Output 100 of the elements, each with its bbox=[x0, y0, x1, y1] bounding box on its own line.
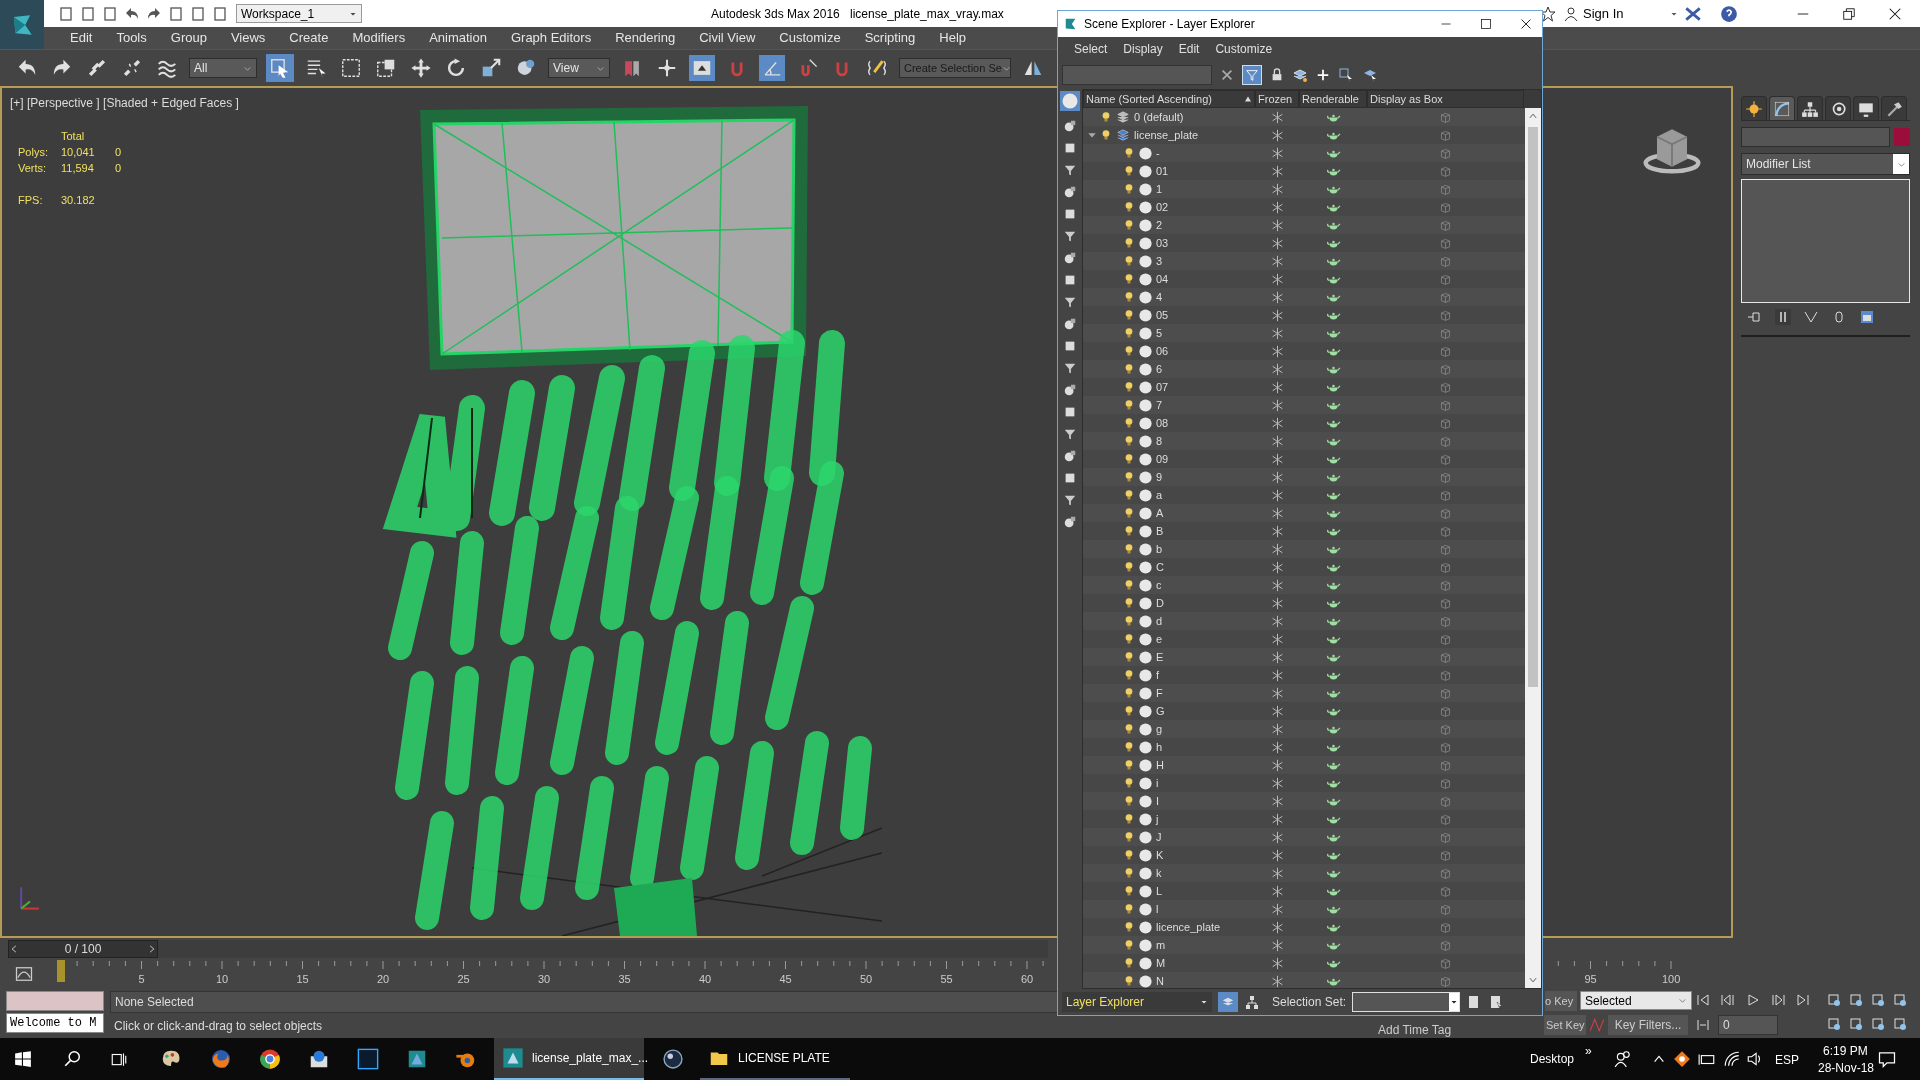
layer-row[interactable]: 9 bbox=[1083, 468, 1525, 486]
layer-row[interactable]: - bbox=[1083, 144, 1525, 162]
layer-row[interactable]: b bbox=[1083, 540, 1525, 558]
coordinate-dropdown[interactable]: View bbox=[548, 58, 610, 78]
viewport-label[interactable]: [+] [Perspective ] [Shaded + Edged Faces ] bbox=[10, 94, 239, 112]
frame-field[interactable]: 0 bbox=[1718, 1015, 1778, 1035]
layer-name[interactable]: 5 bbox=[1156, 324, 1163, 342]
sign-in-link[interactable]: Sign In bbox=[1583, 3, 1624, 24]
taskbar-app[interactable]: LICENSE PLATE bbox=[700, 1038, 850, 1080]
layer-row[interactable]: k bbox=[1083, 864, 1525, 882]
layer-name[interactable]: F bbox=[1156, 684, 1163, 702]
layer-name[interactable]: 8 bbox=[1156, 432, 1163, 450]
key-filters-button[interactable]: Key Filters... bbox=[1608, 1015, 1688, 1035]
layer-row[interactable]: l bbox=[1083, 900, 1525, 918]
layer-name[interactable]: 06 bbox=[1156, 342, 1169, 360]
layer-name[interactable]: h bbox=[1156, 738, 1163, 756]
layer-name[interactable]: D bbox=[1156, 594, 1164, 612]
layer-row[interactable]: J bbox=[1083, 828, 1525, 846]
layer-name[interactable]: M bbox=[1156, 954, 1166, 972]
menu-item[interactable]: Display bbox=[1115, 40, 1171, 58]
time-slider-thumb[interactable]: 0 / 100 bbox=[8, 939, 158, 958]
column-header[interactable]: Frozen bbox=[1255, 90, 1299, 108]
layer-row[interactable]: E bbox=[1083, 648, 1525, 666]
layer-row[interactable]: 2 bbox=[1083, 216, 1525, 234]
menu-item[interactable]: Tools bbox=[104, 28, 159, 48]
layer-name[interactable]: m bbox=[1156, 936, 1166, 954]
chevron-button[interactable]: » bbox=[1585, 1042, 1592, 1060]
layer-row[interactable]: g bbox=[1083, 720, 1525, 738]
menu-item[interactable]: Help bbox=[927, 28, 978, 48]
menu-item[interactable]: Group bbox=[158, 28, 219, 48]
layer-row[interactable]: m bbox=[1083, 936, 1525, 954]
menu-item[interactable]: Views bbox=[218, 28, 278, 48]
menu-item[interactable]: Rendering bbox=[603, 28, 688, 48]
menu-item[interactable]: Customize bbox=[767, 28, 853, 48]
layer-name[interactable]: 02 bbox=[1156, 198, 1169, 216]
layer-name[interactable]: B bbox=[1156, 522, 1164, 540]
layer-name[interactable]: 7 bbox=[1156, 396, 1163, 414]
menu-item[interactable]: Select bbox=[1066, 40, 1116, 58]
menu-item[interactable]: Animation bbox=[417, 28, 499, 48]
layer-name[interactable]: A bbox=[1156, 504, 1164, 522]
layer-name[interactable]: d bbox=[1156, 612, 1163, 630]
workspace-dropdown[interactable]: Workspace_1 bbox=[236, 4, 362, 23]
column-header[interactable]: Name (Sorted Ascending) bbox=[1083, 90, 1255, 108]
key-mode-dropdown[interactable]: Selected bbox=[1580, 991, 1692, 1010]
layer-row[interactable]: c bbox=[1083, 576, 1525, 594]
layer-name[interactable]: 01 bbox=[1156, 162, 1169, 180]
modifier-list-dropdown[interactable]: Modifier List bbox=[1741, 153, 1910, 175]
clock-time[interactable]: 6:19 PM bbox=[1823, 1042, 1868, 1060]
layer-row[interactable]: F bbox=[1083, 684, 1525, 702]
desktop-toolbar[interactable]: Desktop bbox=[1530, 1050, 1575, 1068]
auto-key-button[interactable]: o Key bbox=[1545, 991, 1577, 1011]
layer-name[interactable]: c bbox=[1156, 576, 1162, 594]
menu-item[interactable]: Graph Editors bbox=[498, 28, 604, 48]
layer-row[interactable]: 3 bbox=[1083, 252, 1525, 270]
layer-name[interactable]: J bbox=[1156, 828, 1162, 846]
clock-date[interactable]: 28-Nov-18 bbox=[1818, 1059, 1875, 1077]
layer-name[interactable]: N bbox=[1156, 972, 1164, 988]
layer-name[interactable]: 4 bbox=[1156, 288, 1163, 306]
layer-name[interactable]: L bbox=[1156, 882, 1163, 900]
layer-name[interactable]: 08 bbox=[1156, 414, 1169, 432]
layer-name[interactable]: license_plate bbox=[1134, 126, 1199, 144]
layer-name[interactable]: e bbox=[1156, 630, 1163, 648]
layer-name[interactable]: 07 bbox=[1156, 378, 1169, 396]
layer-name[interactable]: 09 bbox=[1156, 450, 1169, 468]
menu-item[interactable]: Modifiers bbox=[340, 28, 418, 48]
layer-name[interactable]: 03 bbox=[1156, 234, 1169, 252]
time-slider-track[interactable]: 0 / 100 bbox=[8, 939, 1048, 958]
layer-name[interactable]: 9 bbox=[1156, 468, 1163, 486]
explorer-type-dropdown[interactable]: Layer Explorer bbox=[1062, 992, 1212, 1012]
layer-name[interactable]: E bbox=[1156, 648, 1164, 666]
column-header[interactable]: Renderable bbox=[1299, 90, 1367, 108]
layer-row[interactable]: 6 bbox=[1083, 360, 1525, 378]
layer-row[interactable]: 0 (default) bbox=[1083, 108, 1525, 126]
layer-name[interactable]: a bbox=[1156, 486, 1163, 504]
layer-name[interactable]: 0 (default) bbox=[1134, 108, 1184, 126]
layer-row[interactable]: H bbox=[1083, 756, 1525, 774]
layer-row[interactable]: I bbox=[1083, 792, 1525, 810]
layer-name[interactable]: K bbox=[1156, 846, 1164, 864]
layer-name[interactable]: g bbox=[1156, 720, 1163, 738]
layer-row[interactable]: 1 bbox=[1083, 180, 1525, 198]
layer-name[interactable]: 1 bbox=[1156, 180, 1163, 198]
language-indicator[interactable]: ESP bbox=[1775, 1051, 1799, 1069]
layer-name[interactable]: 05 bbox=[1156, 306, 1169, 324]
layer-name[interactable]: 6 bbox=[1156, 360, 1163, 378]
menu-item[interactable]: Civil View bbox=[687, 28, 768, 48]
layer-row[interactable]: 5 bbox=[1083, 324, 1525, 342]
layer-name[interactable]: C bbox=[1156, 558, 1164, 576]
column-header[interactable]: Display as Box bbox=[1367, 90, 1524, 108]
menu-item[interactable]: Edit bbox=[58, 28, 105, 48]
layer-row[interactable]: d bbox=[1083, 612, 1525, 630]
layer-name[interactable]: licence_plate bbox=[1156, 918, 1221, 936]
menu-item[interactable]: Edit bbox=[1170, 40, 1208, 58]
layer-name[interactable]: 3 bbox=[1156, 252, 1163, 270]
layer-name[interactable]: k bbox=[1156, 864, 1162, 882]
layer-row[interactable]: 4 bbox=[1083, 288, 1525, 306]
layer-row[interactable]: N bbox=[1083, 972, 1525, 988]
layer-name[interactable]: H bbox=[1156, 756, 1164, 774]
layer-name[interactable]: b bbox=[1156, 540, 1163, 558]
add-time-tag-button[interactable]: Add Time Tag bbox=[1378, 1021, 1452, 1039]
layer-row[interactable]: A bbox=[1083, 504, 1525, 522]
